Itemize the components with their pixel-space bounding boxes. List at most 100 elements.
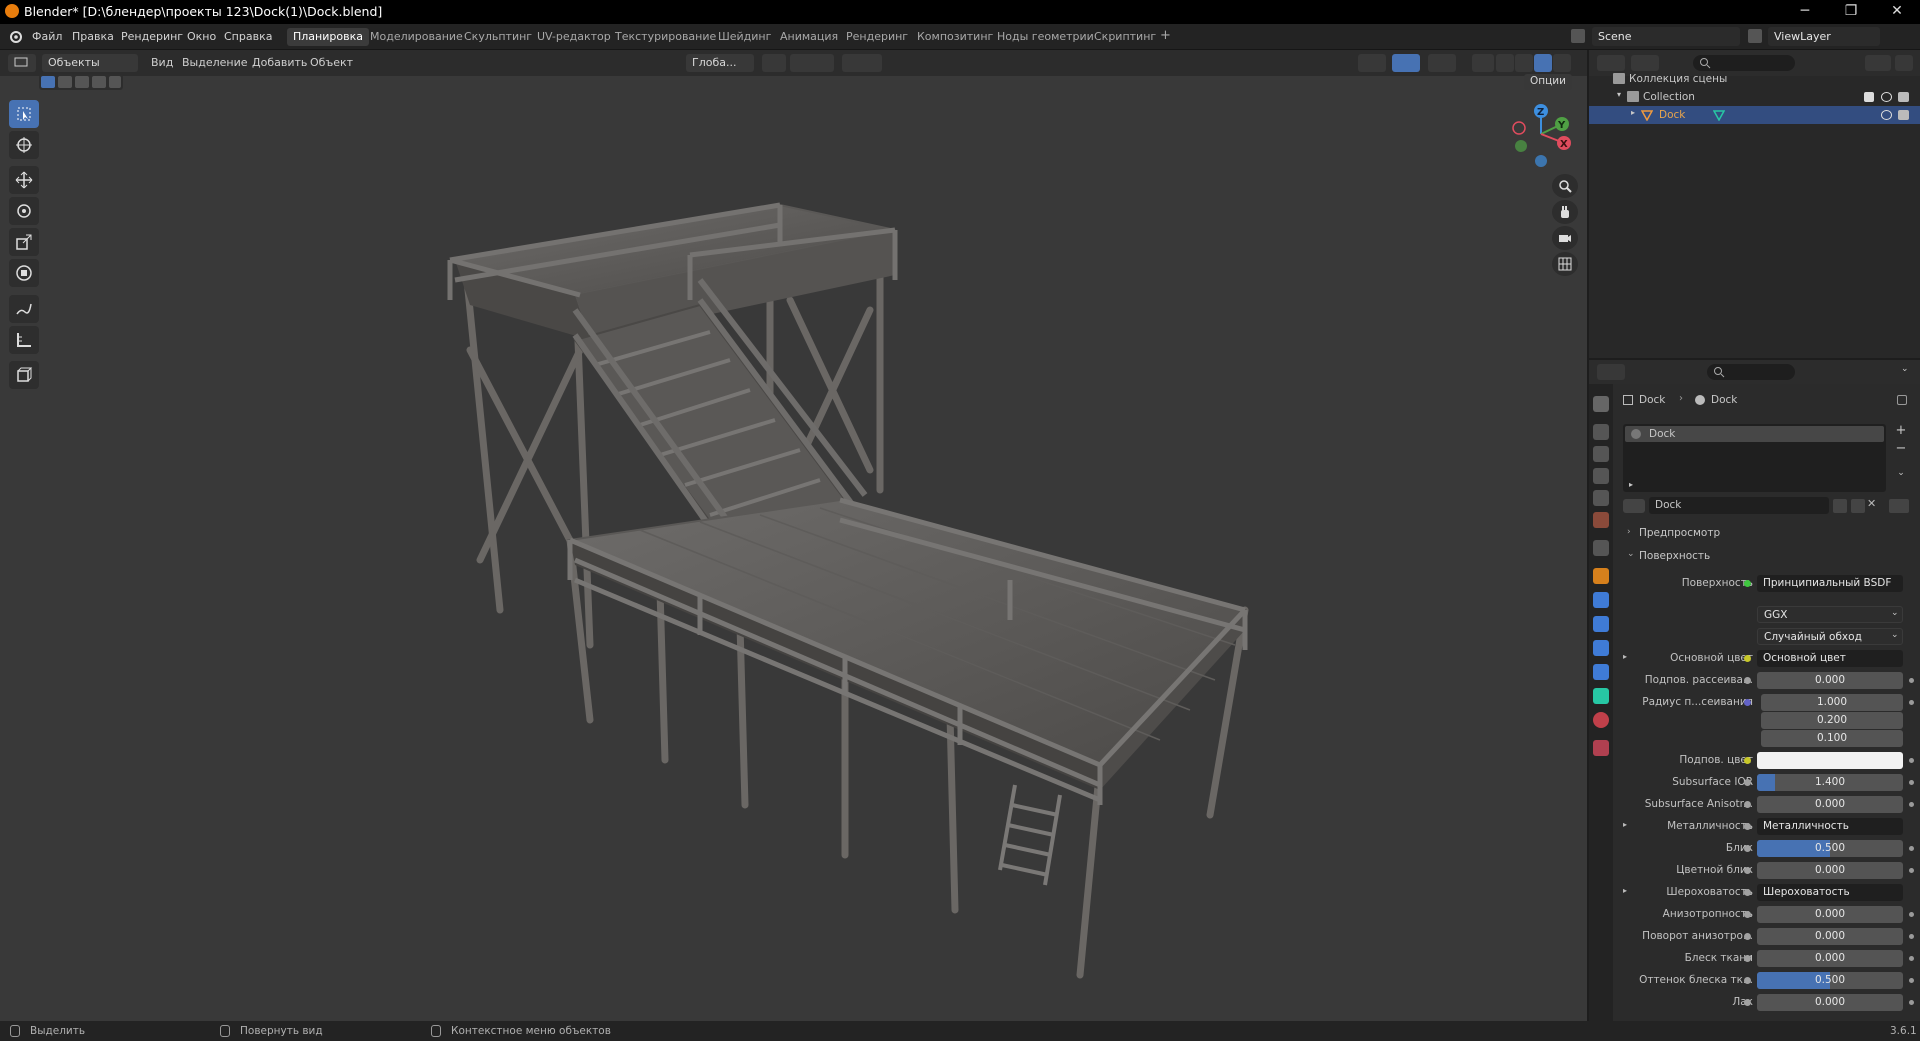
xray-icon[interactable] [1472, 54, 1494, 72]
keyframe-icon[interactable] [1909, 978, 1914, 983]
filter-icon[interactable] [1865, 55, 1891, 71]
tool-move[interactable] [9, 166, 39, 194]
pin-icon[interactable] [1897, 395, 1907, 405]
outliner-search-input[interactable] [1693, 55, 1795, 71]
view-layer-tab-icon[interactable] [1593, 468, 1609, 484]
properties-search-input[interactable] [1707, 364, 1795, 380]
visibility-icon[interactable] [1358, 54, 1386, 72]
anisotropic-field[interactable]: 0.000 [1757, 906, 1903, 923]
gizmo-neg-y[interactable] [1515, 140, 1527, 152]
scene-icon[interactable] [1571, 29, 1585, 43]
keyframe-icon[interactable] [1909, 1000, 1914, 1005]
gizmo-neg-z[interactable] [1535, 155, 1547, 167]
scene-selector[interactable]: Scene [1592, 27, 1740, 46]
blender-menu-icon[interactable] [9, 29, 23, 43]
tab-uv-editing[interactable]: UV-редактор [531, 28, 617, 46]
expand-icon[interactable]: ▸ [1623, 886, 1627, 895]
tab-sculpting[interactable]: Скульптинг [458, 28, 538, 46]
fake-user-icon[interactable] [1833, 499, 1847, 513]
menu-select[interactable]: Выделение [182, 56, 248, 69]
specular-slider[interactable]: 0.500 [1757, 840, 1903, 857]
select-intersect-icon[interactable] [109, 76, 121, 88]
tab-layout[interactable]: Планировка [287, 28, 369, 46]
particles-tab-icon[interactable] [1593, 616, 1609, 632]
minimize-button[interactable]: ─ [1782, 0, 1828, 24]
options-button[interactable]: Опции [1524, 74, 1572, 90]
render-tab-icon[interactable] [1593, 424, 1609, 440]
ortho-toggle-button[interactable] [1552, 252, 1578, 276]
distribution-dropdown[interactable]: GGX [1757, 606, 1903, 623]
keyframe-icon[interactable] [1909, 912, 1914, 917]
scene-tab-icon[interactable] [1593, 490, 1609, 506]
sheen-tint-slider[interactable]: 0.500 [1757, 972, 1903, 989]
tool-scale[interactable] [9, 228, 39, 256]
eye-icon[interactable] [1881, 92, 1892, 102]
expand-icon[interactable]: ▾ [1617, 90, 1621, 99]
keyframe-icon[interactable] [1909, 846, 1914, 851]
tool-cursor[interactable] [9, 131, 39, 159]
expand-icon[interactable]: ▸ [1629, 480, 1633, 489]
surface-shader-field[interactable]: Принципиальный BSDF [1757, 575, 1903, 592]
select-invert-icon[interactable] [92, 76, 106, 88]
tab-rendering[interactable]: Рендеринг [840, 28, 914, 46]
menu-edit[interactable]: Правка [72, 30, 114, 43]
material-name-field[interactable]: Dock [1649, 497, 1829, 514]
subsurface-anisotropy-field[interactable]: 0.000 [1757, 796, 1903, 813]
object-tab-icon[interactable] [1593, 568, 1609, 584]
eye-icon[interactable] [1881, 110, 1892, 120]
keyframe-icon[interactable] [1909, 956, 1914, 961]
camera-view-button[interactable] [1552, 226, 1578, 250]
subsurface-color-swatch[interactable] [1757, 752, 1903, 769]
tab-modeling[interactable]: Моделирование [364, 28, 469, 46]
metallic-field[interactable]: Металличность [1757, 818, 1903, 835]
world-tab-icon[interactable] [1593, 512, 1609, 528]
transform-orientation[interactable]: Глоба... [686, 54, 754, 72]
keyframe-icon[interactable] [1909, 758, 1914, 763]
expand-icon[interactable]: ▸ [1623, 652, 1627, 661]
tool-add-cube[interactable] [9, 361, 39, 389]
menu-render[interactable]: Рендеринг [121, 30, 183, 43]
anisotropic-rotation-field[interactable]: 0.000 [1757, 928, 1903, 945]
base-color-field[interactable]: Основной цвет [1757, 650, 1903, 667]
browse-material-icon[interactable] [1623, 499, 1645, 513]
texture-tab-icon[interactable] [1593, 740, 1609, 756]
keyframe-icon[interactable] [1909, 678, 1914, 683]
keyframe-icon[interactable] [1909, 868, 1914, 873]
select-new-icon[interactable] [41, 76, 55, 88]
shading-rendered-icon[interactable] [1553, 54, 1571, 72]
panel-surface[interactable]: ⌄ Поверхность [1623, 548, 1913, 566]
subsurface-ior-slider[interactable]: 1.400 [1757, 774, 1903, 791]
outliner-scene-collection[interactable]: Коллекция сцены [1589, 70, 1920, 88]
add-slot-button[interactable]: + [1893, 424, 1909, 440]
proportional-edit-icon[interactable] [842, 54, 882, 72]
node-tree-icon[interactable] [1889, 499, 1909, 513]
material-slot-row[interactable]: Dock [1625, 426, 1884, 442]
tool-measure[interactable] [9, 326, 39, 354]
shading-wireframe-icon[interactable] [1496, 54, 1514, 72]
overlay-icon[interactable] [1428, 54, 1456, 72]
tab-animation[interactable]: Анимация [774, 28, 844, 46]
menu-view[interactable]: Вид [151, 56, 173, 69]
tab-geometry-nodes[interactable]: Ноды геометрии [991, 28, 1100, 46]
data-tab-icon[interactable] [1593, 688, 1609, 704]
pivot-icon[interactable] [762, 54, 786, 72]
physics-tab-icon[interactable] [1593, 640, 1609, 656]
expand-icon[interactable]: ▸ [1623, 820, 1627, 829]
tool-rotate[interactable] [9, 197, 39, 225]
specular-tint-field[interactable]: 0.000 [1757, 862, 1903, 879]
subsurface-method-dropdown[interactable]: Случайный обход [1757, 628, 1903, 645]
slot-specials-button[interactable]: ⌄ [1893, 466, 1909, 482]
roughness-field[interactable]: Шероховатость [1757, 884, 1903, 901]
tab-scripting[interactable]: Скриптинг [1088, 28, 1162, 46]
shading-material-icon[interactable] [1534, 54, 1552, 72]
view-layer-icon[interactable] [1748, 29, 1762, 43]
editor-type-button[interactable] [8, 54, 36, 72]
menu-object[interactable]: Объект [310, 56, 353, 69]
camera-icon[interactable] [1898, 92, 1909, 102]
tool-annotate[interactable] [9, 295, 39, 323]
tool-transform[interactable] [9, 259, 39, 287]
maximize-button[interactable]: ❐ [1828, 0, 1874, 24]
menu-window[interactable]: Окно [187, 30, 216, 43]
menu-help[interactable]: Справка [224, 30, 272, 43]
subsurface-field[interactable]: 0.000 [1757, 672, 1903, 689]
